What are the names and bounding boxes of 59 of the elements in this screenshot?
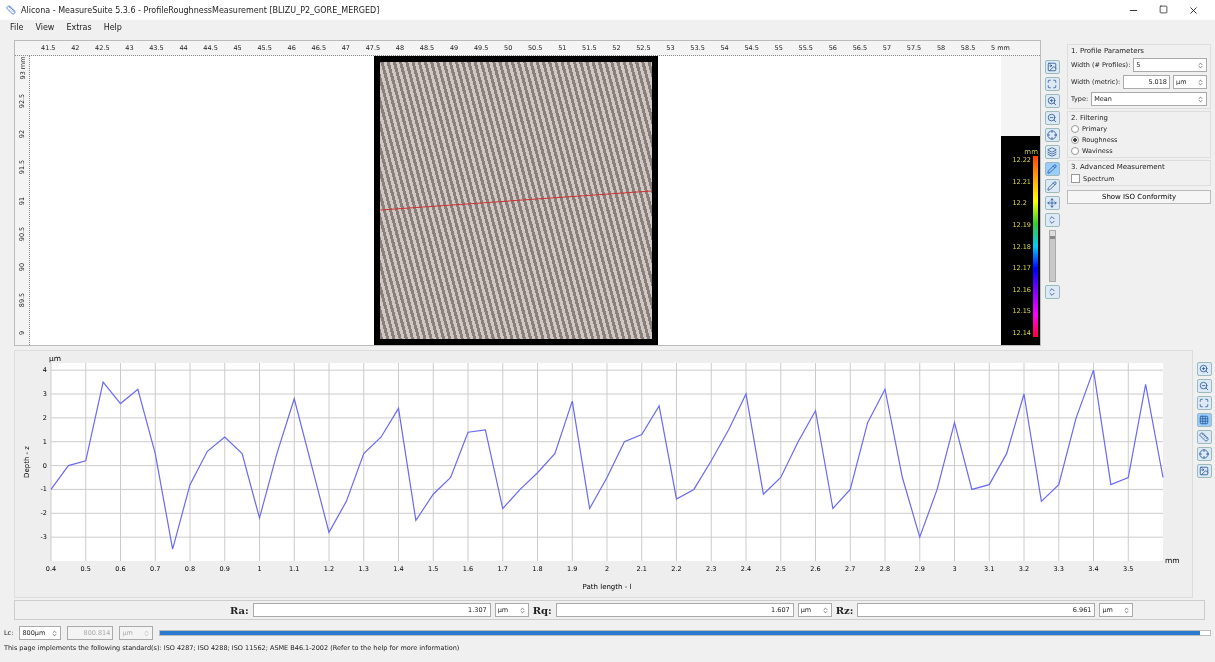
radio-button[interactable] xyxy=(1071,147,1079,155)
close-icon[interactable] xyxy=(1188,4,1199,16)
crosshair-icon xyxy=(1047,130,1057,140)
picture-button[interactable] xyxy=(1196,464,1212,478)
spin-arrows-icon xyxy=(821,606,829,614)
zoom-in-icon xyxy=(1047,96,1057,106)
menu-item[interactable]: Extras xyxy=(66,22,92,32)
move-icon xyxy=(1047,198,1057,208)
menu-item[interactable]: File xyxy=(10,22,24,32)
parameter-label: Rz: xyxy=(835,604,854,616)
picture-icon xyxy=(1047,62,1057,72)
spin-arrows-icon xyxy=(51,629,59,637)
dropdown-arrows-icon xyxy=(1197,95,1204,103)
spin-arrows-icon xyxy=(143,629,151,637)
parameter-label: Rq: xyxy=(532,604,552,616)
radio-button[interactable] xyxy=(1071,136,1079,144)
zoom-in-button[interactable] xyxy=(1196,362,1212,376)
checkbox[interactable] xyxy=(1071,174,1080,183)
spin-arrows-icon xyxy=(1197,78,1204,86)
layers-icon xyxy=(1047,147,1057,157)
pencil-button[interactable] xyxy=(1044,162,1060,176)
zoom-out-icon xyxy=(1047,113,1057,123)
app-logo-icon xyxy=(6,5,16,15)
vertical-slider[interactable] xyxy=(1048,230,1056,282)
crosshair-icon xyxy=(1199,449,1209,459)
menu-item[interactable]: Help xyxy=(103,22,122,32)
zoom-out-icon xyxy=(1199,381,1209,391)
menu-item[interactable]: View xyxy=(35,22,55,32)
arrows-icon xyxy=(1047,215,1057,225)
grid-button[interactable] xyxy=(1196,413,1212,427)
zoom-in-button[interactable] xyxy=(1044,94,1060,108)
layers-button[interactable] xyxy=(1044,145,1060,159)
pencil-button[interactable] xyxy=(1044,179,1060,193)
picture-icon xyxy=(1199,466,1209,476)
slider-track[interactable] xyxy=(159,630,1211,636)
spin-arrows-icon xyxy=(1197,61,1204,69)
crosshair-button[interactable] xyxy=(1044,128,1060,142)
parameter-label: Ra: xyxy=(230,604,249,616)
fit-icon xyxy=(1047,79,1057,89)
zoom-out-button[interactable] xyxy=(1044,111,1060,125)
window-title: Alicona - MeasureSuite 5.3.6 - ProfileRoughnessMeasurement [BLIZU_P2_GORE_MERGED] xyxy=(21,5,380,15)
spin-arrows-icon xyxy=(518,606,526,614)
zoom-in-icon xyxy=(1199,364,1209,374)
ruler-button[interactable] xyxy=(1196,430,1212,444)
move-button[interactable] xyxy=(1044,196,1060,210)
fit-icon xyxy=(1199,398,1209,408)
ruler-icon xyxy=(1199,432,1209,442)
zoom-out-button[interactable] xyxy=(1196,379,1212,393)
picture-button[interactable] xyxy=(1044,60,1060,74)
fit-button[interactable] xyxy=(1044,77,1060,91)
spin-arrows-icon xyxy=(1123,606,1131,614)
restore-icon[interactable] xyxy=(1159,4,1168,14)
radio-button[interactable] xyxy=(1071,125,1079,133)
crosshair-button[interactable] xyxy=(1196,447,1212,461)
fit-button[interactable] xyxy=(1196,396,1212,410)
pencil-icon xyxy=(1047,181,1057,191)
pencil-icon xyxy=(1047,164,1057,174)
grid-icon xyxy=(1199,415,1209,425)
arrows-icon xyxy=(1047,287,1057,297)
